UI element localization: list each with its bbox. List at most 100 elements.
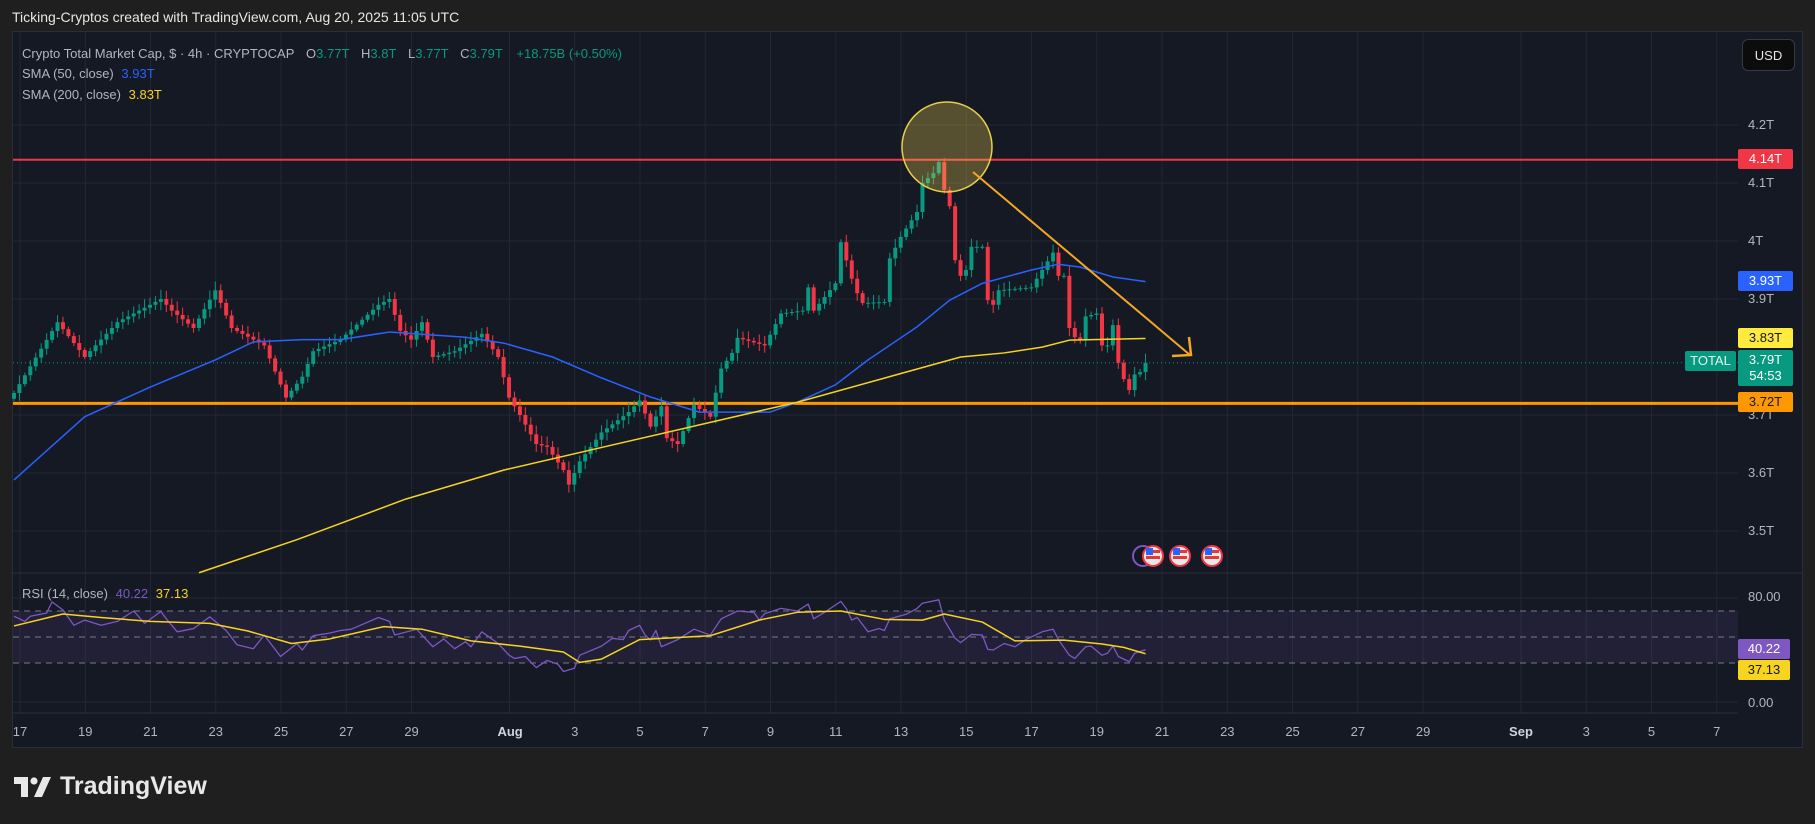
candle-body [398,314,403,331]
candle-body [740,337,745,340]
candle-body [169,304,174,311]
candle-body [278,371,283,385]
candle-body [60,322,65,330]
candle-body [838,242,843,284]
candle-body [985,246,990,301]
candle-body [637,400,642,407]
candles [12,157,1148,493]
candle-body [267,345,272,359]
candle-body [376,304,381,310]
candle-body [305,363,310,377]
candle-body [991,300,996,305]
candle-body [882,301,887,303]
candle-body [251,336,256,340]
candle-body [974,246,979,248]
candle-body [594,439,599,447]
candle-body [365,314,370,320]
candle-body [1023,287,1028,289]
candle-body [681,431,686,444]
time-tick: 25 [273,724,289,739]
symbol-tag: TOTAL [1685,351,1736,371]
time-tick: Sep [1509,724,1533,739]
chart-canvas[interactable] [0,0,1815,824]
peak-highlight-circle [901,101,993,193]
candle-body [441,354,446,356]
candle-body [294,383,299,391]
sma200-price-label: 3.83T [1738,328,1793,348]
currency-button[interactable]: USD [1742,39,1795,71]
candle-body [120,319,125,323]
high-label: H [361,46,371,61]
time-tick: 27 [339,724,354,739]
candle-body [71,336,76,344]
candle-body [735,337,740,353]
candle-body [164,299,169,305]
tradingview-logo-text: TradingView [60,772,207,800]
rsi-value: 40.22 [115,586,149,601]
candle-body [409,335,414,340]
candle-body [1007,289,1012,291]
tradingview-logo[interactable]: TradingView [14,772,207,801]
candle-body [349,329,354,335]
candle-body [77,343,82,351]
candle-body [1121,362,1126,380]
time-tick: 15 [959,724,974,739]
candle-body [643,400,648,414]
sma50-legend[interactable]: SMA (50, close) 3.93T [22,66,159,81]
candle-body [332,341,337,345]
candle-body [713,392,718,417]
candle-body [1034,278,1039,288]
rsi-label: RSI (14, close) [22,586,108,601]
price-tick: 4.1T [1748,175,1775,190]
time-tick: 5 [1647,724,1656,739]
candle-body [898,236,903,248]
candle-body [822,296,827,304]
candle-body [980,246,985,248]
flag-stripe [1173,556,1187,559]
candle-body [871,302,876,304]
time-tick: 7 [701,724,709,739]
candle-body [273,358,278,372]
symbol-legend[interactable]: Crypto Total Market Cap, $ · 4h · CRYPTO… [22,46,626,61]
time-tick: 29 [1415,724,1431,739]
last-price-label: 3.79T 54:53 [1738,350,1793,386]
candle-body [876,302,881,304]
candle-body [762,343,767,346]
candle-body [430,339,435,357]
candle-body [414,330,419,340]
candle-body [719,368,724,393]
candle-body [1067,275,1072,328]
candle-body [452,351,457,353]
time-tick: 5 [636,724,644,739]
candle-body [387,299,392,302]
candle-body [1094,313,1099,315]
candle-body [1110,325,1115,346]
candle-body [566,470,571,485]
sma200-legend[interactable]: SMA (200, close) 3.83T [22,87,166,102]
us-flag-event-icon[interactable] [1169,545,1191,567]
candle-body [1012,288,1017,290]
candle-body [920,183,925,212]
candle-body [969,246,974,270]
candle-body [39,348,44,358]
time-tick: 21 [143,724,158,739]
candle-body [284,384,288,398]
rsi-ma-price-label: 37.13 [1738,660,1790,680]
candle-body [381,301,386,305]
candle-body [621,416,626,421]
candle-body [517,406,522,415]
tradingview-logo-icon [14,776,51,797]
close-value: 3.79T [469,46,503,61]
candle-body [577,461,582,473]
candle-body [855,278,860,294]
candle-body [99,339,104,346]
bar-countdown: 54:53 [1749,368,1782,383]
candle-body [300,376,305,384]
resistance-price-label: 4.14T [1738,149,1793,169]
candle-body [1100,313,1104,346]
us-flag-event-icon[interactable] [1201,545,1223,567]
rsi-legend[interactable]: RSI (14, close) 40.22 37.13 [22,586,192,601]
candle-body [392,299,397,315]
candle-body [626,412,631,417]
us-flag-event-icon[interactable] [1142,545,1164,567]
